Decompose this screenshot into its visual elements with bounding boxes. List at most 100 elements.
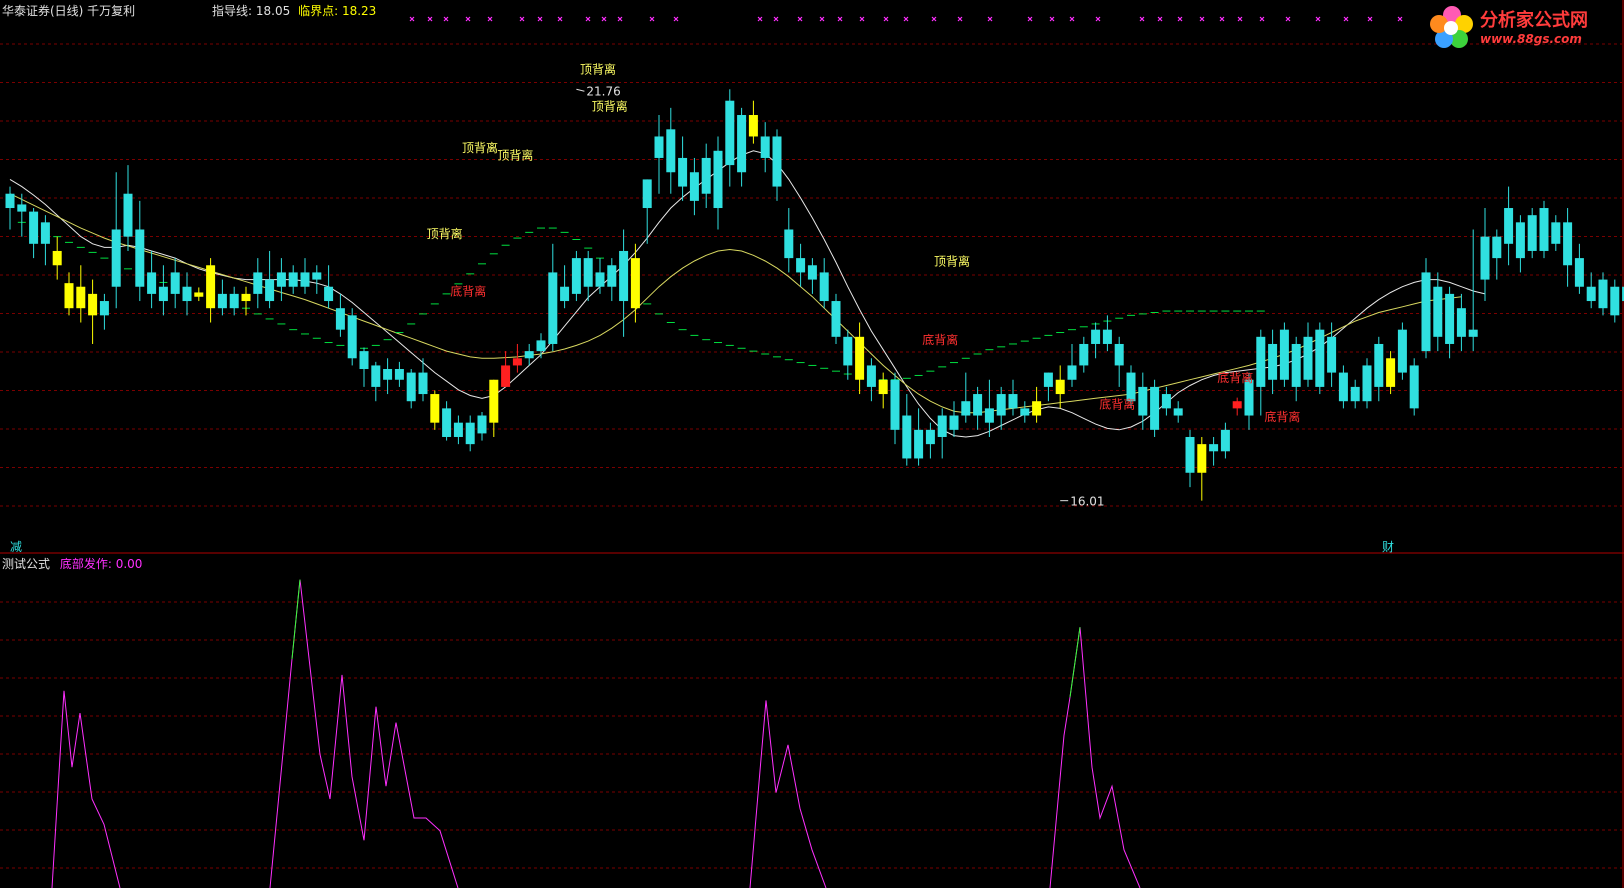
bottom-divergence-label: 底背离	[1099, 396, 1135, 411]
candle-body	[335, 308, 345, 330]
candle-body	[1598, 279, 1608, 309]
watermark-url: www.88gs.com	[1480, 32, 1582, 46]
candle-body	[288, 272, 298, 287]
main-mark-left: 减	[10, 540, 23, 554]
x-marker	[1177, 16, 1183, 22]
x-marker	[757, 16, 763, 22]
x-marker	[585, 16, 591, 22]
candle-body	[1338, 372, 1348, 402]
chart-canvas: 顶背离顶背离顶背离顶背离顶背离顶背离底背离底背离底背离底背离底背离21.7616…	[0, 0, 1624, 888]
candle-body	[973, 394, 983, 416]
candle-body	[312, 272, 322, 280]
x-marker	[773, 16, 779, 22]
x-marker	[617, 16, 623, 22]
candle-body	[442, 408, 452, 437]
candle-body	[347, 315, 357, 359]
candle-body	[984, 408, 994, 423]
indicator-peak-segment	[291, 579, 301, 660]
candle-body	[949, 415, 959, 430]
candle-body	[394, 369, 404, 380]
candle-body	[64, 283, 74, 309]
candle-body	[1480, 236, 1490, 280]
x-marker	[1219, 16, 1225, 22]
candle-body	[1256, 336, 1266, 387]
candlestick-series	[5, 89, 1624, 501]
x-marker	[673, 16, 679, 22]
bottom-divergence-label: 底背离	[922, 332, 958, 347]
indicator-peak-segment	[1069, 627, 1081, 698]
candle-body	[477, 415, 487, 434]
candle-body	[1303, 336, 1313, 380]
candle-body	[1197, 444, 1207, 473]
chart-title: 华泰证券(日线) 千万复利	[2, 4, 136, 18]
candle-body	[206, 265, 216, 309]
candle-body	[890, 379, 900, 430]
candle-body	[1185, 436, 1195, 473]
candle-body	[111, 229, 121, 287]
x-marker	[797, 16, 803, 22]
candle-body	[1563, 222, 1573, 266]
flower-logo-icon	[1428, 4, 1476, 52]
candle-body	[40, 222, 50, 244]
candle-body	[571, 258, 581, 294]
x-marker	[465, 16, 471, 22]
x-marker	[883, 16, 889, 22]
candle-body	[1315, 329, 1325, 387]
top-divergence-label: 顶背离	[497, 147, 533, 162]
candle-body	[536, 340, 546, 352]
indicator-line	[269, 579, 459, 888]
top-divergence-label: 顶背离	[580, 62, 616, 77]
candle-body	[807, 265, 817, 280]
top-divergence-label: 顶背离	[934, 253, 970, 268]
candle-body	[1504, 208, 1514, 244]
candle-body	[158, 286, 168, 302]
low-price-label: 16.01	[1070, 495, 1104, 509]
bottom-divergence-label: 底背离	[450, 283, 486, 298]
candle-body	[1539, 208, 1549, 251]
candle-body	[1268, 343, 1278, 380]
candle-body	[430, 394, 440, 423]
candle-body	[324, 286, 334, 302]
candle-body	[1244, 379, 1254, 416]
candle-body	[595, 272, 605, 287]
x-marker	[1285, 16, 1291, 22]
candle-body	[29, 211, 39, 244]
x-marker	[601, 16, 607, 22]
candle-body	[1008, 394, 1018, 409]
candle-body	[170, 272, 180, 294]
x-marker	[903, 16, 909, 22]
x-marker	[1069, 16, 1075, 22]
top-divergence-label: 顶背离	[462, 140, 498, 155]
x-marker	[819, 16, 825, 22]
x-marker	[1397, 16, 1403, 22]
candle-body	[725, 100, 735, 166]
x-marker	[957, 16, 963, 22]
x-marker	[519, 16, 525, 22]
candle-body	[937, 415, 947, 437]
candle-body	[1067, 365, 1077, 380]
critical-value: 18.23	[341, 4, 377, 18]
x-marker	[859, 16, 865, 22]
candle-body	[1043, 372, 1053, 387]
candle-body	[512, 358, 522, 366]
candle-body	[229, 293, 239, 309]
candle-body	[99, 301, 109, 316]
indicator-line	[749, 700, 827, 888]
candle-body	[866, 365, 876, 387]
candle-body	[1150, 386, 1160, 430]
candle-body	[654, 136, 664, 158]
candle-body	[465, 422, 475, 445]
candle-body	[1350, 386, 1360, 402]
candle-body	[630, 258, 640, 309]
indicator-value: 0.00	[115, 557, 143, 571]
bottom-divergence-label: 底背离	[1264, 409, 1300, 424]
candle-body	[713, 150, 723, 209]
candle-body	[1527, 215, 1537, 251]
x-marker	[537, 16, 543, 22]
candle-body	[1610, 286, 1620, 316]
candle-body	[1409, 365, 1419, 409]
candle-body	[1586, 286, 1596, 302]
x-marker	[931, 16, 937, 22]
x-marker	[1343, 16, 1349, 22]
candle-body	[666, 129, 676, 173]
